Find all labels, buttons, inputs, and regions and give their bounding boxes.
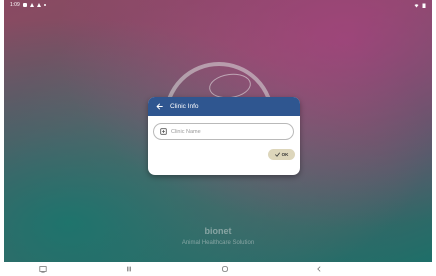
clinic-name-field[interactable] — [153, 123, 294, 140]
battery-icon — [422, 3, 426, 8]
status-right — [414, 3, 426, 8]
wifi-icon — [414, 3, 419, 7]
warning-icon — [29, 3, 34, 7]
dialog-body: OK — [148, 116, 300, 175]
brand-name: bionet — [204, 226, 232, 236]
checkmark-icon — [274, 152, 280, 157]
back-icon[interactable] — [314, 264, 324, 274]
dot-icon — [43, 4, 46, 6]
ok-label: OK — [281, 152, 289, 157]
screenshot-icon[interactable] — [38, 264, 48, 274]
gallery-icon — [22, 3, 27, 7]
building-icon — [160, 128, 167, 135]
status-time: 1:09 — [10, 2, 20, 8]
arrow-left-icon[interactable] — [154, 102, 164, 112]
clinic-info-dialog: Clinic Info OK — [148, 97, 300, 175]
warning-icon — [36, 3, 41, 7]
dialog-title: Clinic Info — [170, 103, 199, 110]
clinic-name-input[interactable] — [171, 128, 281, 135]
status-left: 1:09 — [10, 2, 46, 8]
ok-button[interactable]: OK — [268, 149, 295, 160]
system-nav-bar — [0, 262, 436, 276]
brand-tagline: Animal Healthcare Solution — [181, 240, 255, 246]
recent-apps-icon[interactable] — [124, 264, 134, 274]
dialog-header: Clinic Info — [148, 97, 300, 116]
status-bar: 1:09 — [4, 0, 432, 10]
home-icon[interactable] — [220, 264, 230, 274]
